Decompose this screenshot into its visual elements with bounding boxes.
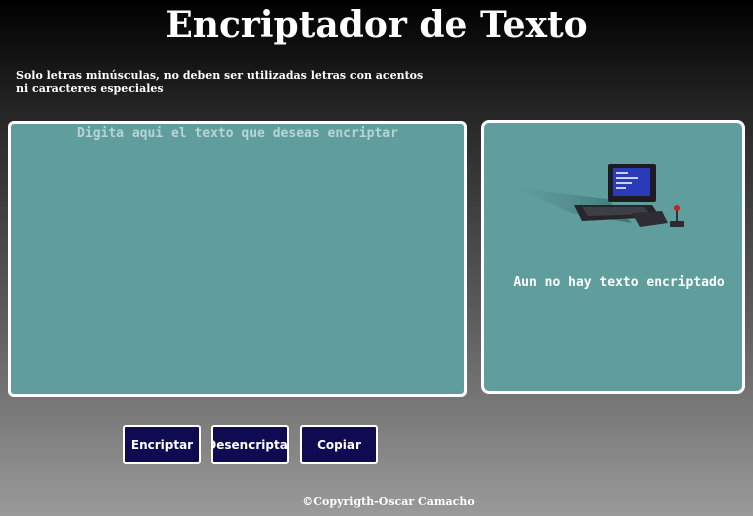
footer-copyright: ©Copyrigth-Oscar Camacho [302, 495, 475, 508]
text-input-area[interactable] [8, 121, 467, 397]
copy-button[interactable]: Copiar [300, 425, 378, 464]
instructions-line-2: ni caracteres especiales [16, 82, 164, 95]
encrypt-button[interactable]: Encriptar [123, 425, 201, 464]
page-title: Encriptador de Texto [165, 4, 588, 46]
decrypt-button[interactable]: Desencriptar [211, 425, 289, 464]
empty-output-message: Aun no hay texto encriptado [513, 275, 725, 290]
instructions-text: Solo letras minúsculas, no deben ser uti… [16, 69, 426, 95]
instructions-line-1: Solo letras minúsculas, no deben ser uti… [16, 69, 424, 82]
retro-computer-illustration [512, 164, 684, 227]
output-panel: Aun no hay texto encriptado [481, 120, 745, 394]
